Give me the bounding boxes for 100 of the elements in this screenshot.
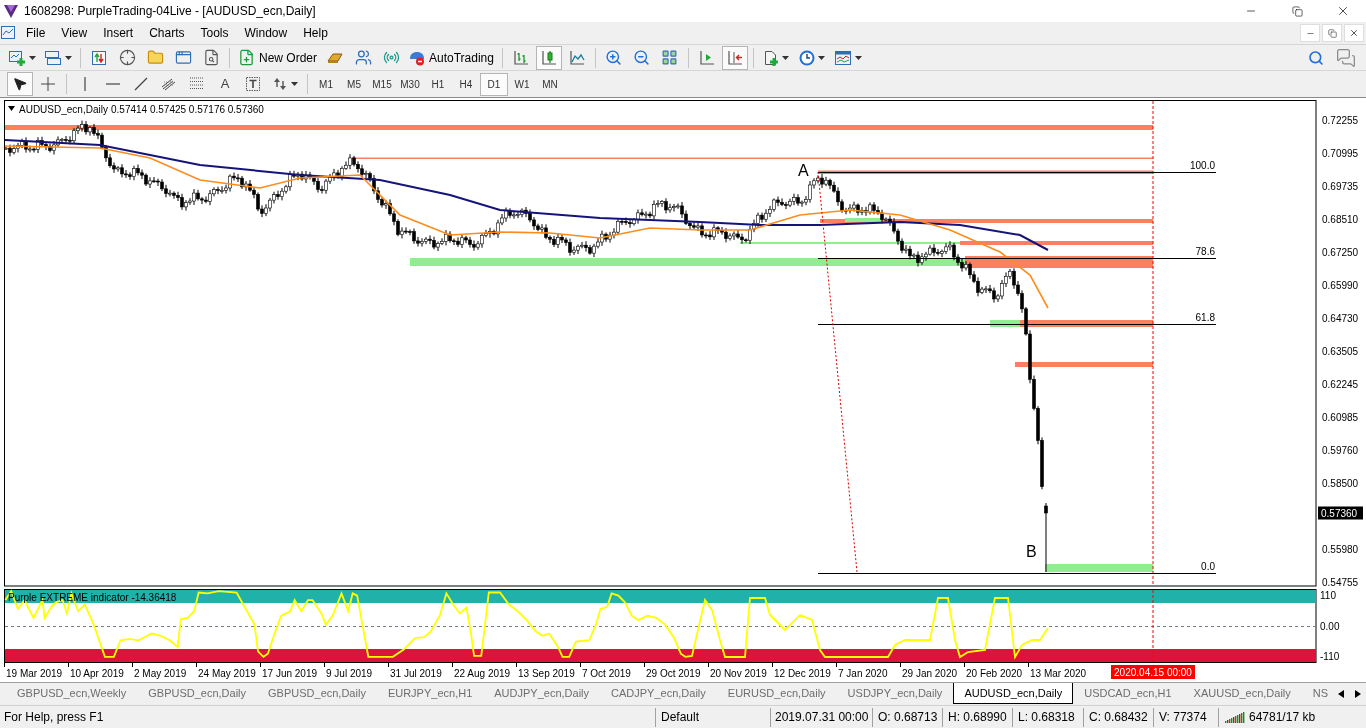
new-chart-icon[interactable]: [8, 49, 26, 66]
chart-document-icon[interactable]: [0, 25, 16, 41]
menu-item[interactable]: View: [53, 23, 96, 43]
chart-tab[interactable]: USDCAD_ecn,H1: [1073, 683, 1183, 704]
auto-scroll-icon[interactable]: [698, 49, 715, 66]
chart-tab[interactable]: EURUSD_ecn,Daily: [716, 683, 837, 704]
zoom-out-icon[interactable]: [633, 49, 651, 66]
child-close-button[interactable]: [1344, 24, 1364, 42]
menu-item[interactable]: Insert: [95, 23, 142, 43]
current-price-label: 0.57360: [1318, 506, 1363, 520]
status-low-text: L: 0.68318: [1018, 709, 1075, 726]
signal-icon[interactable]: [382, 49, 400, 66]
timeframe-button[interactable]: MN: [536, 72, 564, 96]
chart-tab[interactable]: USDJPY_ecn,Daily: [836, 683, 954, 704]
caret-icon[interactable]: [854, 55, 862, 60]
menu-item[interactable]: Help: [295, 23, 336, 43]
timeframe-button[interactable]: H4: [452, 72, 480, 96]
timeframe-button[interactable]: H1: [424, 72, 452, 96]
price-axis-label: 0.67250: [1322, 246, 1359, 258]
date-axis-label: 24 May 2019: [198, 667, 256, 679]
candlestick-icon[interactable]: [540, 49, 557, 66]
scroll-right-icon[interactable]: [1354, 689, 1361, 698]
price-axis-label: 0.70995: [1322, 147, 1359, 159]
menu-item[interactable]: Charts: [141, 23, 193, 43]
chart-type-button[interactable]: [535, 45, 562, 70]
scroll-left-icon[interactable]: [1337, 689, 1344, 698]
chart-tab[interactable]: NS: [1301, 683, 1332, 704]
timeframe-button[interactable]: D1: [480, 72, 508, 96]
document-search-icon[interactable]: [202, 49, 220, 66]
zoom-in-icon[interactable]: [605, 49, 623, 66]
caret-icon[interactable]: [65, 55, 72, 60]
auto-trading-button[interactable]: AutoTrading: [405, 45, 498, 70]
timeframe-button[interactable]: W1: [508, 72, 536, 96]
line-chart-icon[interactable]: [568, 49, 585, 66]
date-axis-label: 31 Jul 2019: [390, 667, 442, 679]
cursor-tool-button[interactable]: [7, 72, 33, 96]
chart-tab[interactable]: GBPUSD_ecn,Daily: [137, 683, 258, 704]
cursor-icon[interactable]: [12, 76, 28, 92]
caret-icon[interactable]: [781, 55, 789, 60]
timeframe-button[interactable]: M5: [340, 72, 368, 96]
chart-tab[interactable]: GBPUSD_ecn,Weekly: [6, 683, 138, 704]
chart-tab[interactable]: AUDJPY_ecn,Daily: [483, 683, 601, 704]
caret-icon[interactable]: [29, 55, 36, 60]
date-axis-label: 29 Jan 2020: [902, 667, 958, 679]
crosshair-icon[interactable]: [40, 76, 56, 92]
timeframe-button[interactable]: M1: [312, 72, 340, 96]
clock-icon[interactable]: [798, 49, 815, 66]
timeframe-button[interactable]: M15: [368, 72, 396, 96]
new-order-button[interactable]: New Order: [234, 45, 321, 70]
menu-item[interactable]: File: [18, 23, 54, 43]
arrows-icon[interactable]: [272, 76, 288, 92]
chart-shift-icon[interactable]: [726, 49, 743, 66]
support-zone: [990, 320, 1020, 327]
document-plus-icon[interactable]: [238, 49, 255, 66]
app-logo-icon: [4, 4, 18, 18]
triangle-icon[interactable]: [8, 106, 15, 111]
stacked-windows-icon[interactable]: [44, 49, 62, 66]
trend-line-icon[interactable]: [133, 76, 149, 92]
stop-sign-icon[interactable]: [409, 49, 425, 66]
channel-icon[interactable]: [161, 76, 177, 92]
text-label-icon[interactable]: [245, 76, 261, 92]
date-axis-label: 9 Jul 2019: [326, 667, 373, 679]
fibonacci-level-label: 100.0: [1189, 160, 1215, 171]
chat-icon[interactable]: [1336, 47, 1356, 68]
people-icon[interactable]: [354, 49, 372, 66]
window-icon[interactable]: [174, 49, 192, 66]
chart-tab[interactable]: GBPUSD_ecn,Daily: [257, 683, 377, 704]
folder-icon[interactable]: [146, 49, 164, 66]
grid-icon[interactable]: [661, 49, 679, 66]
indicator-axis-label: 110: [1320, 589, 1336, 601]
restore-icon[interactable]: [1327, 28, 1337, 38]
arrows-box-icon[interactable]: [91, 49, 107, 66]
date-axis-label: 7 Oct 2019: [582, 667, 631, 679]
caret-icon[interactable]: [817, 55, 825, 60]
chart-shift-button[interactable]: [721, 45, 748, 70]
restore-icon[interactable]: [1291, 5, 1303, 17]
close-icon[interactable]: [1336, 4, 1350, 18]
chart-template-icon[interactable]: [833, 49, 852, 66]
bar-chart-icon[interactable]: [512, 49, 529, 66]
fibonacci-icon[interactable]: [189, 76, 205, 92]
chart-tab[interactable]: AUDUSD_ecn,Daily: [953, 683, 1074, 704]
search-icon[interactable]: [1308, 49, 1324, 66]
timeframe-button[interactable]: M30: [396, 72, 424, 96]
chart-tab[interactable]: CADJPY_ecn,Daily: [600, 683, 717, 704]
chart-tab[interactable]: EURJPY_ecn,H1: [376, 683, 484, 704]
text-tool-button[interactable]: A: [211, 72, 239, 96]
menu-item[interactable]: Window: [236, 23, 296, 43]
price-axis-label: 0.64730: [1322, 312, 1359, 324]
caret-icon[interactable]: [291, 82, 298, 86]
close-icon[interactable]: [1349, 28, 1359, 38]
indicator-axis-label: -110: [1320, 650, 1340, 662]
swing-point-label: A: [798, 162, 809, 179]
status-time-text: 2019.07.31 00:00: [775, 709, 869, 726]
date-axis-label: 19 Mar 2019: [6, 667, 63, 679]
document-plus-icon[interactable]: [762, 49, 779, 66]
chart-tab[interactable]: XAUUSD_ecn,Daily: [1182, 683, 1302, 704]
support-zone: [845, 218, 882, 222]
price-axis-label: 0.59760: [1322, 444, 1359, 456]
target-icon[interactable]: [118, 49, 136, 66]
menu-item[interactable]: Tools: [192, 23, 237, 43]
